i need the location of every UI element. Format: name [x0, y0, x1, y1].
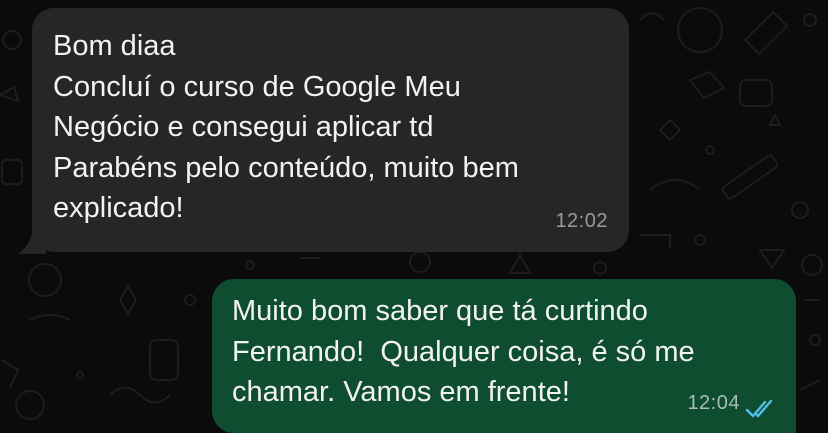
message-text-line: explicado!	[53, 192, 184, 224]
message-timestamp: 12:04	[687, 391, 740, 414]
double-check-read-icon	[745, 399, 773, 418]
message-text-line: Bom diaa	[53, 30, 176, 62]
message-text-line: Muito bom saber que tá curtindo	[232, 295, 648, 327]
message-text-line: Parabéns pelo conteúdo, muito bem	[53, 151, 519, 184]
incoming-message-bubble[interactable]: Bom diaa Concluí o curso de Google Meu N…	[32, 8, 629, 252]
outgoing-message-bubble[interactable]: Muito bom saber que tá curtindo Fernando…	[212, 279, 796, 433]
message-timestamp: 12:02	[555, 209, 608, 232]
message-text-line: Concluí o curso de Google Meu	[53, 70, 461, 103]
message-text-line: Negócio e consegui aplicar td	[53, 111, 434, 143]
message-text-line: Fernando! Qualquer coisa, é só me	[232, 335, 695, 368]
